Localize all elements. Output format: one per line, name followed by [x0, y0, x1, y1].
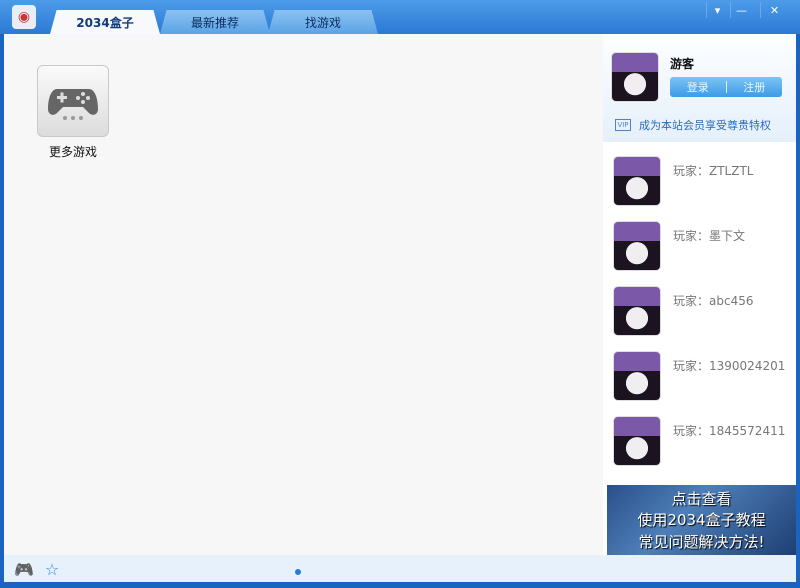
player-item[interactable]: 玩家：abc456: [613, 286, 793, 338]
player-name: 玩家：1390024201: [673, 359, 786, 373]
main-content: 更多游戏 游客 登录 注册 VIP 成为本站会员享受尊贵特权 玩家：ZTLZTL …: [4, 34, 796, 555]
minimize-button[interactable]: —: [730, 2, 752, 18]
gamepad-icon[interactable]: [37, 65, 109, 137]
app-logo-icon: ◉: [12, 5, 36, 29]
vip-icon: VIP: [615, 119, 631, 131]
player-item[interactable]: 玩家：ZTLZTL: [613, 156, 793, 208]
vip-link[interactable]: VIP 成为本站会员享受尊贵特权: [615, 117, 771, 133]
player-name: 玩家：1845572411: [673, 424, 786, 438]
player-name: 玩家：墨下文: [673, 229, 746, 243]
banner-line: 使用2034盒子教程: [637, 511, 766, 530]
tutorial-banner[interactable]: 点击查看 使用2034盒子教程 常见问题解决方法!: [607, 485, 796, 555]
user-avatar: [611, 52, 659, 102]
tab-find-games[interactable]: 找游戏: [268, 10, 378, 34]
player-name: 玩家：abc456: [673, 294, 754, 308]
player-avatar: [613, 351, 661, 401]
game-item-more-games[interactable]: 更多游戏: [37, 65, 109, 160]
page-indicator-dot[interactable]: [295, 569, 301, 575]
game-label: 更多游戏: [48, 145, 97, 159]
gamepad-icon[interactable]: 🎮: [14, 560, 34, 579]
banner-line: 点击查看: [671, 490, 732, 509]
player-item[interactable]: 玩家：墨下文: [613, 221, 793, 273]
login-button[interactable]: 登录: [670, 79, 726, 95]
tab-latest-recommend[interactable]: 最新推荐: [160, 10, 270, 34]
star-icon[interactable]: ☆: [42, 560, 62, 579]
tab-2034-box[interactable]: 2034盒子: [50, 10, 160, 34]
player-avatar: [613, 156, 661, 206]
username: 游客: [670, 57, 695, 71]
player-avatar: [613, 286, 661, 336]
player-item[interactable]: 玩家：1390024201: [613, 351, 793, 403]
player-avatar: [613, 221, 661, 271]
player-item[interactable]: 玩家：1845572411: [613, 416, 793, 468]
menu-button[interactable]: ▾: [706, 2, 728, 18]
banner-line: 常见问题解决方法!: [638, 532, 765, 551]
user-panel: 游客 登录 注册 VIP 成为本站会员享受尊贵特权: [603, 34, 796, 142]
player-avatar: [613, 416, 661, 466]
register-button[interactable]: 注册: [727, 79, 783, 95]
vip-text[interactable]: 成为本站会员享受尊贵特权: [639, 117, 771, 133]
login-bar: 登录 注册: [670, 77, 782, 97]
title-bar: ◉ 2034盒子 最新推荐 找游戏 ▾ — ✕: [0, 0, 800, 34]
bottom-bar: 🎮 ☆: [4, 555, 796, 582]
player-name: 玩家：ZTLZTL: [673, 164, 754, 178]
right-panel: 游客 登录 注册 VIP 成为本站会员享受尊贵特权 玩家：ZTLZTL 玩家：墨下…: [603, 34, 796, 555]
close-button[interactable]: ✕: [760, 2, 788, 18]
